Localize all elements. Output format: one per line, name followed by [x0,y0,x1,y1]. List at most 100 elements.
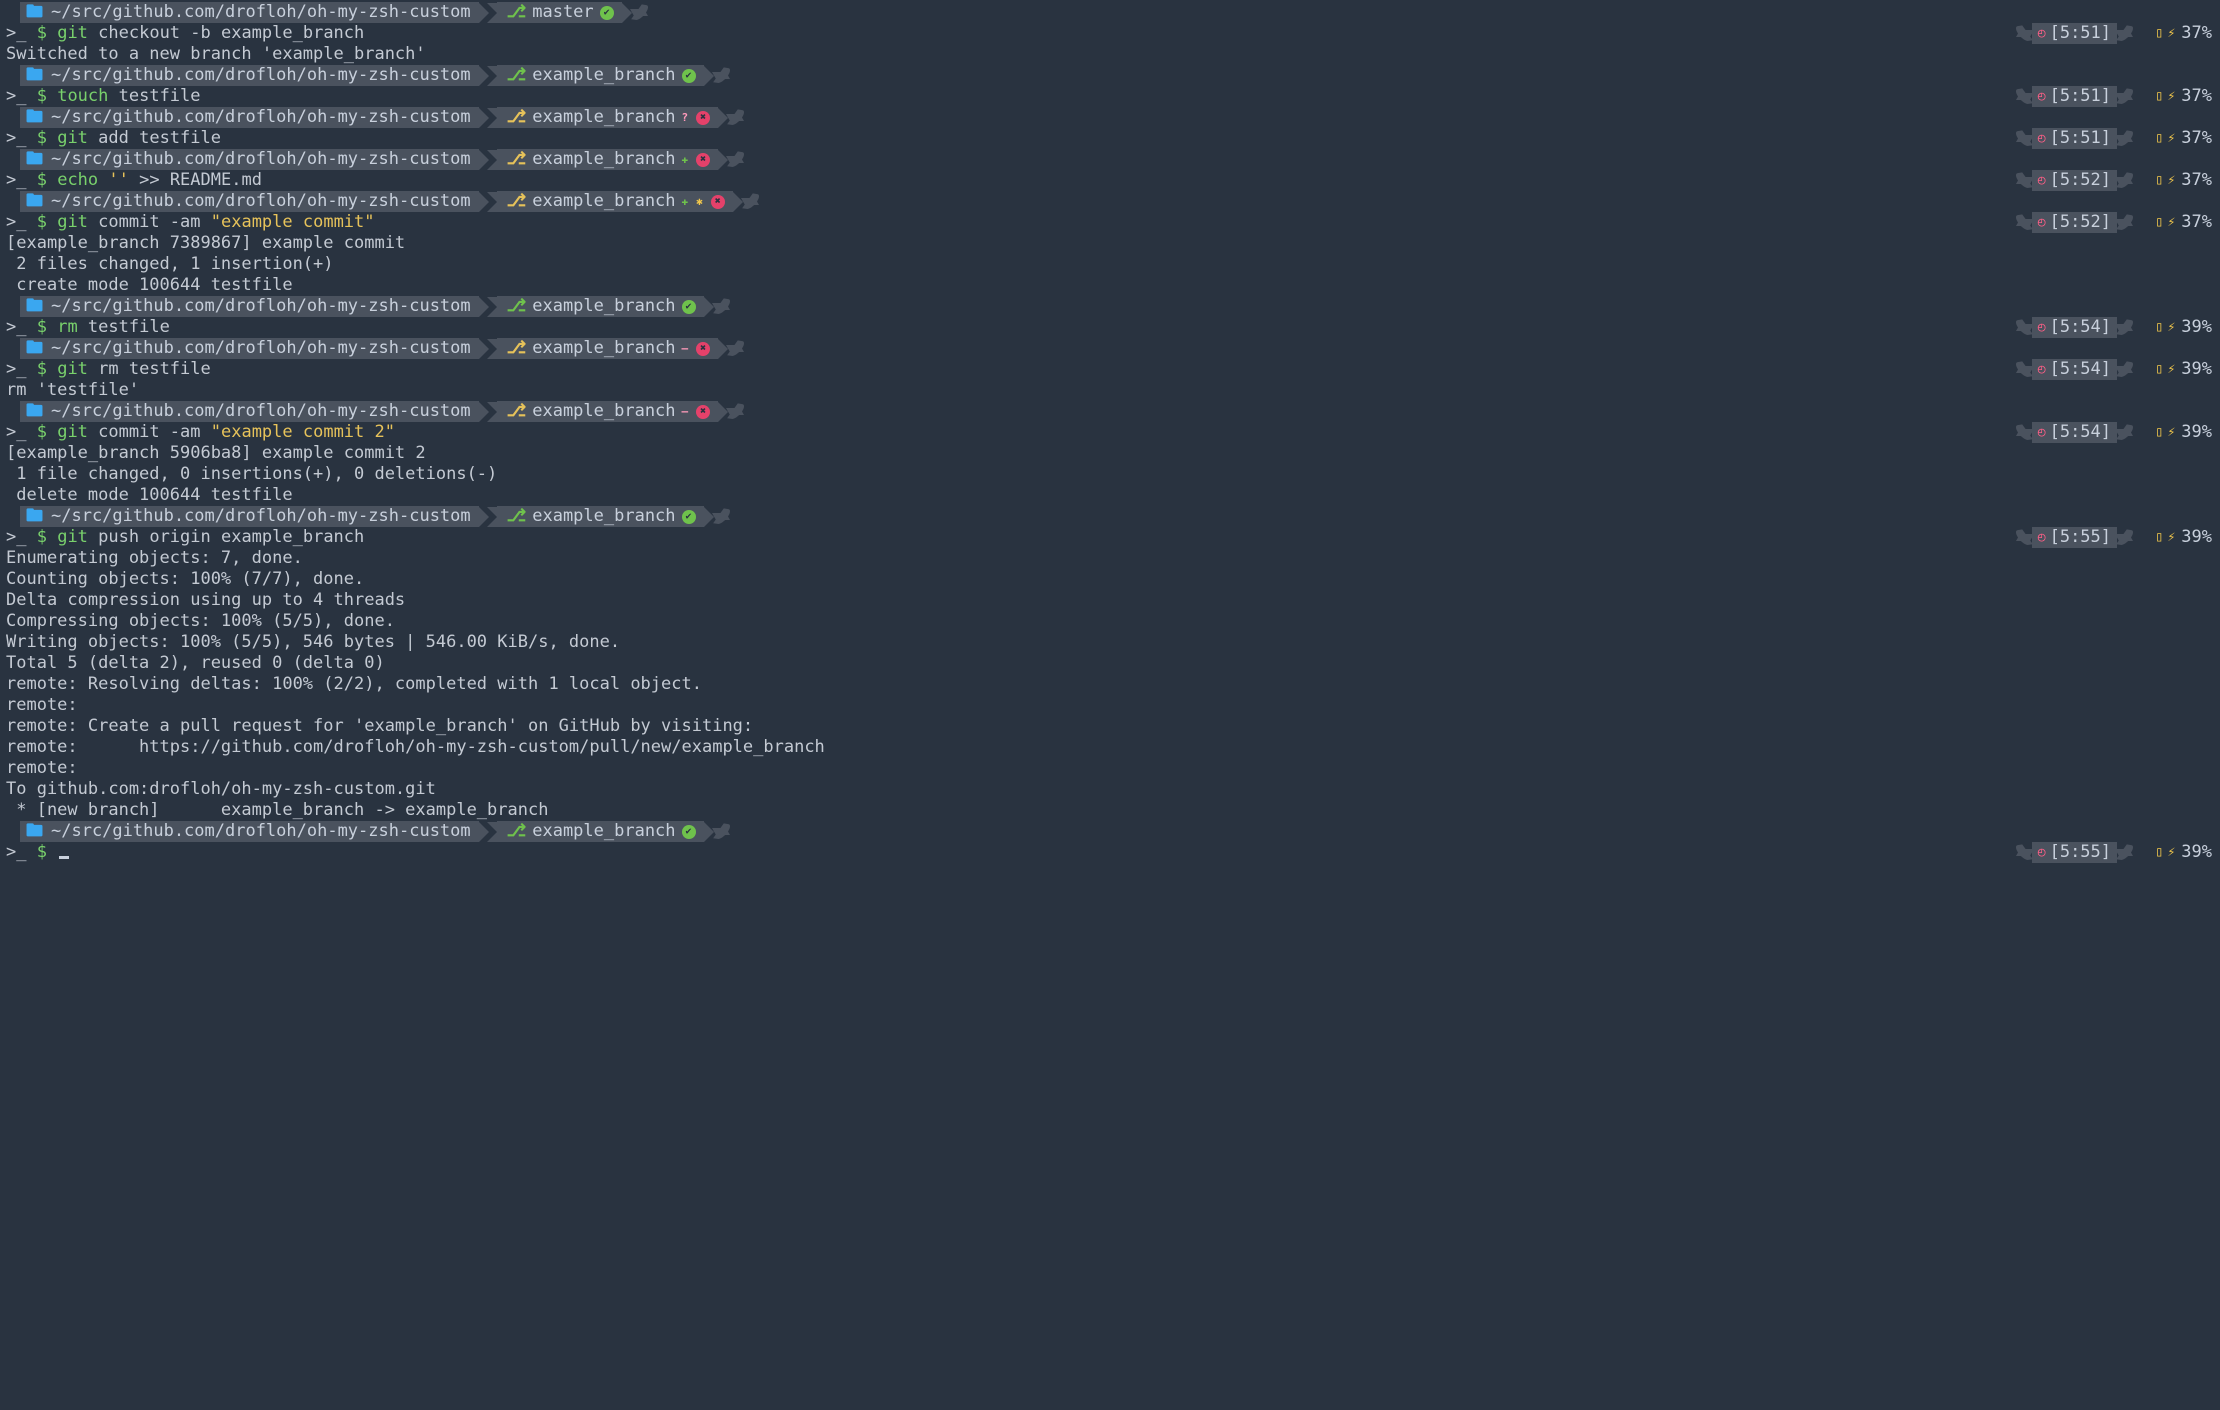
folder-icon: 🖿 [26,107,43,128]
cursor[interactable] [59,856,69,859]
cwd-path: ~/src/github.com/drofloh/oh-my-zsh-custo… [51,296,471,317]
cwd-path: ~/src/github.com/drofloh/oh-my-zsh-custo… [51,821,471,842]
clock-icon: ◴ [2038,86,2046,107]
git-branch-name: master [532,2,593,23]
git-branch-name: example_branch [532,401,675,422]
status-bar: 🖿 ~/src/github.com/drofloh/oh-my-zsh-cust… [0,338,758,359]
time-label: [5:54] [2050,359,2111,380]
git-branch-icon: ⎇ [507,296,527,317]
git-status-ok-icon: ✔ [682,825,696,839]
output-line: Compressing objects: 100% (5/5), done. [0,611,2220,632]
git-status-dirty-icon: ✖ [696,153,710,167]
cwd-path: ~/src/github.com/drofloh/oh-my-zsh-custo… [51,401,471,422]
clock-icon: ◴ [2038,170,2046,191]
battery-icon: ▯ [2155,422,2163,443]
git-branch-name: example_branch [532,821,675,842]
clock-icon: ◴ [2038,842,2046,863]
bolt-icon: ⚡ [2167,527,2175,548]
battery-icon: ▯ [2155,86,2163,107]
time-label: [5:51] [2050,86,2111,107]
clock-icon: ◴ [2038,359,2046,380]
time-label: [5:51] [2050,128,2111,149]
output-line: remote: Create a pull request for 'examp… [0,716,2220,737]
git-status-indicator: – [680,338,691,359]
git-status-indicator: ✚ [680,191,691,212]
git-branch-name: example_branch [532,149,675,170]
bolt-icon: ⚡ [2167,359,2175,380]
git-branch-icon: ⎇ [507,821,527,842]
git-status-ok-icon: ✔ [682,69,696,83]
git-branch-name: example_branch [532,506,675,527]
output-line: Total 5 (delta 2), reused 0 (delta 0) [0,653,2220,674]
status-bar: 🖿 ~/src/github.com/drofloh/oh-my-zsh-cust… [0,2,662,23]
status-bar: 🖿 ~/src/github.com/drofloh/oh-my-zsh-cust… [0,296,744,317]
bolt-icon: ⚡ [2167,170,2175,191]
git-status-dirty-icon: ✖ [711,195,725,209]
battery-icon: ▯ [2155,170,2163,191]
folder-icon: 🖿 [26,2,43,23]
status-bar: 🖿~/src/github.com/drofloh/oh-my-zsh-cust… [0,401,758,422]
battery-percent: 39% [2181,842,2212,863]
git-branch-icon: ⎇ [507,149,527,170]
terminal[interactable]: 🖿 ~/src/github.com/drofloh/oh-my-zsh-cust… [0,2,2220,863]
battery-percent: 37% [2181,170,2212,191]
git-branch-name: example_branch [532,296,675,317]
folder-icon: 🖿 [26,296,43,317]
output-line: Delta compression using up to 4 threads [0,590,2220,611]
folder-icon: 🖿 [26,506,43,527]
status-bar: 🖿~/src/github.com/drofloh/oh-my-zsh-cust… [0,65,744,86]
folder-icon: 🖿 [26,191,43,212]
git-branch-icon: ⎇ [507,401,527,422]
output-line: remote: [0,758,2220,779]
output-line: Counting objects: 100% (7/7), done. [0,569,2220,590]
right-prompt: ◴[5:52] ▯⚡37% [2002,170,2212,191]
battery-icon: ▯ [2155,317,2163,338]
status-bar: 🖿~/src/github.com/drofloh/oh-my-zsh-cust… [0,821,744,842]
git-status-ok-icon: ✔ [682,300,696,314]
battery-icon: ▯ [2155,359,2163,380]
git-branch-name: example_branch [532,65,675,86]
prompt-symbol: >_ [6,86,37,106]
battery-percent: 39% [2181,359,2212,380]
git-status-ok-icon: ✔ [600,6,614,20]
battery-percent: 39% [2181,317,2212,338]
bolt-icon: ⚡ [2167,128,2175,149]
git-branch-name: example_branch [532,191,675,212]
prompt-symbol: >_ [6,23,37,43]
cwd-path: ~/src/github.com/drofloh/oh-my-zsh-custo… [51,2,471,23]
git-status-indicator: ? [680,107,691,128]
right-prompt: ◴[5:51] ▯⚡37% [2002,86,2212,107]
output-line: remote: [0,695,2220,716]
right-prompt: ◴[5:51] ▯⚡37% [2002,23,2212,44]
git-branch-name: example_branch [532,107,675,128]
clock-icon: ◴ [2038,128,2046,149]
battery-icon: ▯ [2155,212,2163,233]
clock-icon: ◴ [2038,422,2046,443]
prompt-symbol: >_ [6,842,37,862]
time-label: [5:55] [2050,842,2111,863]
clock-icon: ◴ [2038,527,2046,548]
cwd-path: ~/src/github.com/drofloh/oh-my-zsh-custo… [51,338,471,359]
git-branch-icon: ⎇ [507,338,527,359]
cwd-path: ~/src/github.com/drofloh/oh-my-zsh-custo… [51,191,471,212]
folder-icon: 🖿 [26,338,43,359]
battery-percent: 37% [2181,212,2212,233]
git-branch-icon: ⎇ [507,107,527,128]
git-branch-name: example_branch [532,338,675,359]
battery-icon: ▯ [2155,842,2163,863]
status-bar: 🖿~/src/github.com/drofloh/oh-my-zsh-cust… [0,506,744,527]
command: git [57,23,88,43]
output-line: * [new branch] example_branch -> example… [0,800,2220,821]
battery-icon: ▯ [2155,527,2163,548]
cwd-path: ~/src/github.com/drofloh/oh-my-zsh-custo… [51,107,471,128]
output-line: Switched to a new branch 'example_branch… [0,44,2220,65]
git-status-indicator: ✱ [694,191,705,212]
git-branch-icon: ⎇ [507,191,527,212]
folder-icon: 🖿 [26,149,43,170]
bolt-icon: ⚡ [2167,23,2175,44]
git-status-indicator: ✚ [680,149,691,170]
clock-icon: ◴ [2038,212,2046,233]
output-line: To github.com:drofloh/oh-my-zsh-custom.g… [0,779,2220,800]
status-bar: 🖿 ~/src/github.com/drofloh/oh-my-zsh-cust… [0,107,758,128]
status-bar: 🖿~/src/github.com/drofloh/oh-my-zsh-cust… [0,149,758,170]
